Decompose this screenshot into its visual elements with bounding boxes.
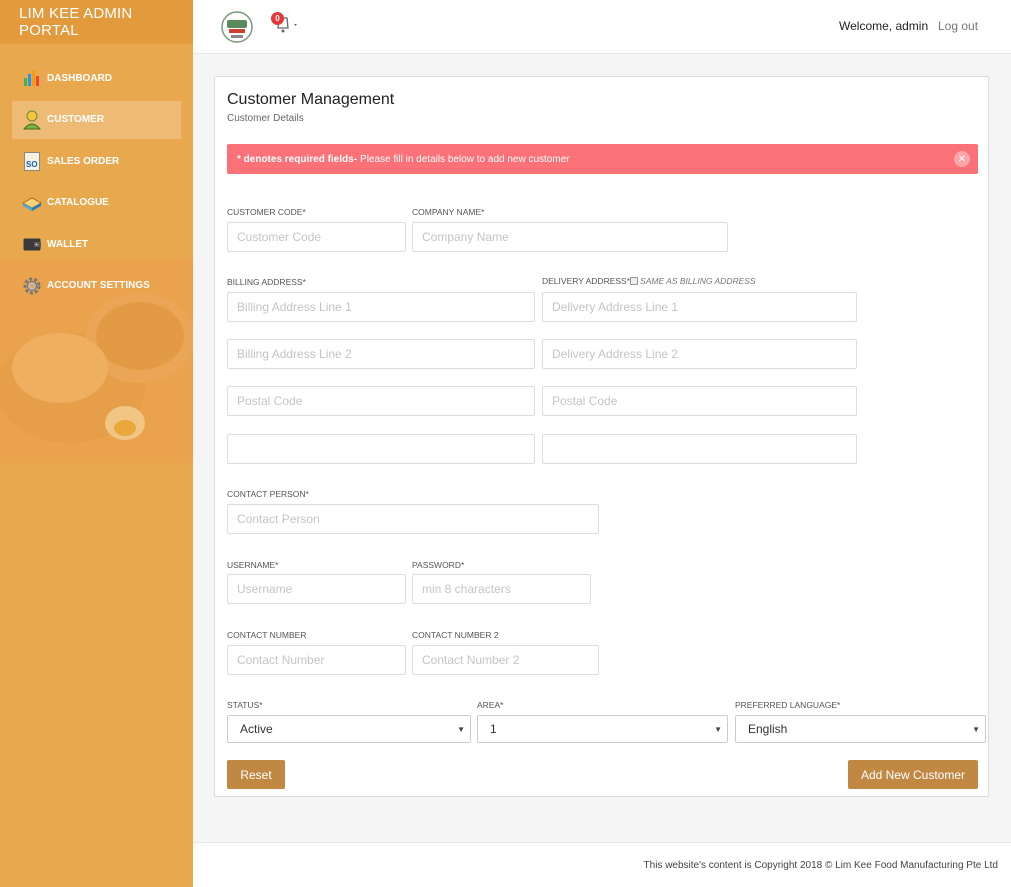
preferred-language-select[interactable]: English ▼	[735, 715, 986, 743]
sidebar-item-label: SALES ORDER	[47, 155, 120, 167]
sidebar-nav: DASHBOARD CUSTOMER SO SALES ORDER CATALO…	[0, 44, 193, 305]
contact-number-2-input[interactable]	[412, 645, 599, 675]
chevron-down-icon: ▼	[457, 725, 465, 734]
billing-address-label: BILLING ADDRESS*	[227, 277, 306, 287]
delivery-address-line2-input[interactable]	[542, 339, 857, 369]
svg-text:SO: SO	[26, 160, 38, 169]
wallet-icon	[22, 234, 42, 254]
contact-number-2-label: CONTACT NUMBER 2	[412, 630, 499, 640]
chevron-down-icon: ▼	[714, 725, 722, 734]
customer-code-label: CUSTOMER CODE*	[227, 207, 306, 217]
delivery-address-line1-input[interactable]	[542, 292, 857, 322]
sidebar-item-label: DASHBOARD	[47, 72, 112, 84]
contact-person-input[interactable]	[227, 504, 599, 534]
sidebar-item-sales-order[interactable]: SO SALES ORDER	[12, 142, 181, 180]
username-input[interactable]	[227, 574, 406, 604]
notification-dropdown[interactable]: 0	[271, 12, 301, 36]
same-as-billing-text: SAME AS BILLING ADDRESS	[640, 276, 756, 286]
company-name-input[interactable]	[412, 222, 728, 252]
sidebar-item-account-settings[interactable]: ACCOUNT SETTINGS	[12, 267, 181, 305]
delivery-extra-input[interactable]	[542, 434, 857, 464]
preferred-language-value: English	[748, 722, 788, 736]
notification-badge: 0	[271, 12, 284, 25]
sidebar-item-dashboard[interactable]: DASHBOARD	[12, 59, 181, 97]
brand-title: LIM KEE ADMIN PORTAL	[0, 0, 193, 44]
copyright-text: This website's content is Copyright 2018…	[643, 860, 998, 871]
sidebar-item-catalogue[interactable]: CATALOGUE	[12, 184, 181, 222]
user-icon	[22, 110, 42, 130]
sidebar-item-customer[interactable]: CUSTOMER	[12, 100, 181, 139]
area-select[interactable]: 1 ▼	[477, 715, 728, 743]
contact-number-label: CONTACT NUMBER	[227, 630, 307, 640]
sidebar-item-label: CUSTOMER	[47, 114, 105, 125]
so-document-icon: SO	[22, 151, 42, 171]
status-value: Active	[240, 722, 273, 736]
billing-address-line1-input[interactable]	[227, 292, 535, 322]
delivery-address-label-text: DELIVERY ADDRESS*	[542, 276, 631, 286]
reset-button[interactable]: Reset	[227, 760, 285, 789]
gear-icon	[22, 276, 42, 296]
chevron-down-icon: ▼	[972, 725, 980, 734]
company-logo	[219, 11, 255, 43]
preferred-language-label: PREFERRED LANGUAGE*	[735, 700, 841, 710]
close-icon[interactable]: ✕	[954, 151, 970, 167]
contact-person-label: CONTACT PERSON*	[227, 489, 309, 499]
same-as-billing-checkbox[interactable]	[630, 277, 639, 285]
sidebar-item-wallet[interactable]: WALLET	[12, 225, 181, 263]
area-value: 1	[490, 722, 497, 736]
delivery-postal-code-input[interactable]	[542, 386, 857, 416]
status-label: STATUS*	[227, 700, 263, 710]
required-fields-alert: * denotes required fields- Please fill i…	[227, 144, 978, 174]
welcome-text: Welcome, admin	[839, 19, 929, 33]
catalogue-icon	[22, 193, 42, 213]
page-title: Customer Management	[227, 91, 395, 108]
logout-link[interactable]: Log out	[938, 19, 978, 33]
status-select[interactable]: Active ▼	[227, 715, 471, 743]
password-input[interactable]	[412, 574, 591, 604]
contact-number-input[interactable]	[227, 645, 406, 675]
alert-bold-text: * denotes required fields-	[237, 153, 358, 165]
sidebar-item-label: WALLET	[47, 238, 89, 250]
billing-address-line2-input[interactable]	[227, 339, 535, 369]
sidebar-item-label: CATALOGUE	[47, 197, 109, 208]
customer-panel: Customer Management Customer Details * d…	[214, 76, 989, 797]
top-bar: 0 Welcome, admin Log out	[193, 0, 1011, 54]
customer-code-input[interactable]	[227, 222, 406, 252]
company-name-label: COMPANY NAME*	[412, 207, 485, 217]
delivery-address-label: DELIVERY ADDRESS* SAME AS BILLING ADDRESS	[542, 276, 756, 286]
billing-postal-code-input[interactable]	[227, 386, 535, 416]
page-subtitle: Customer Details	[227, 113, 304, 124]
alert-text: Please fill in details below to add new …	[360, 153, 570, 165]
password-label: PASSWORD*	[412, 560, 465, 570]
sidebar: LIM KEE ADMIN PORTAL DASHBOARD CUSTOMER	[0, 0, 193, 887]
footer: This website's content is Copyright 2018…	[193, 842, 1011, 887]
username-label: USERNAME*	[227, 560, 279, 570]
bar-chart-icon	[22, 68, 42, 88]
area-label: AREA*	[477, 700, 504, 710]
add-new-customer-button[interactable]: Add New Customer	[848, 760, 978, 789]
billing-extra-input[interactable]	[227, 434, 535, 464]
sidebar-item-label: ACCOUNT SETTINGS	[47, 280, 150, 291]
